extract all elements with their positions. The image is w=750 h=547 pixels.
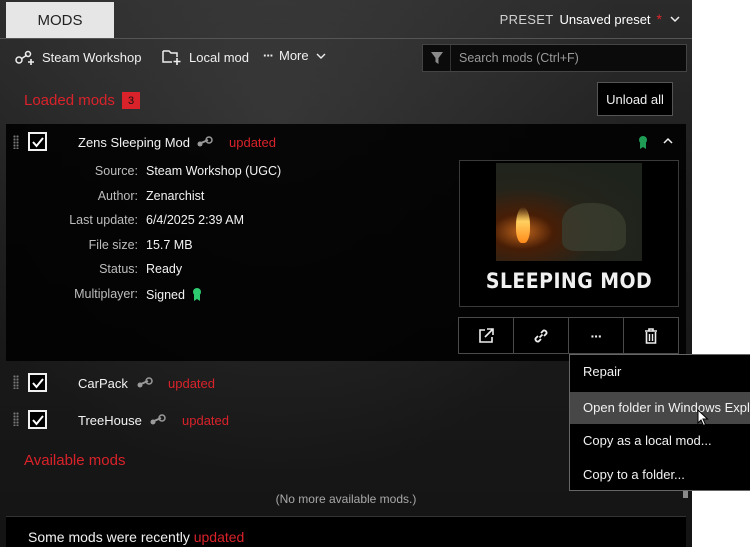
thumbnail-title: SLEEPING MOD [485, 269, 653, 293]
thumbnail-image [496, 163, 642, 261]
delete-button[interactable] [623, 317, 679, 354]
mod-name: CarPack [78, 376, 128, 391]
steam-logo-icon [150, 414, 166, 425]
detail-label: Last update: [69, 213, 138, 227]
top-bar: MODS PRESET Unsaved preset * [0, 0, 692, 38]
menu-item-repair[interactable]: Repair [570, 356, 750, 388]
detail-label: Author: [97, 189, 138, 203]
local-mod-label: Local mod [189, 49, 249, 65]
detail-multiplayer: Multiplayer: Signed [6, 287, 306, 307]
detail-author: Author: Zenarchist [6, 189, 306, 209]
mod-enabled-checkbox[interactable] [28, 410, 47, 429]
mod-item-zens-sleeping-mod: Zens Sleeping Mod updated Source: Steam … [6, 124, 686, 361]
steam-logo-icon [137, 377, 153, 388]
mod-status-updated: updated [182, 413, 229, 428]
more-actions-button[interactable]: ··· [568, 317, 624, 354]
detail-label: Source: [94, 164, 138, 178]
mod-name: Zens Sleeping Mod [78, 135, 191, 150]
mod-status-updated: updated [168, 376, 215, 391]
mod-name: TreeHouse [78, 413, 142, 428]
detail-label: File size: [88, 238, 138, 252]
steam-workshop-button[interactable]: Steam Workshop [14, 48, 141, 66]
detail-label: Status: [99, 262, 138, 276]
copy-link-button[interactable] [513, 317, 569, 354]
mod-thumbnail: SLEEPING MOD [459, 160, 679, 307]
detail-value: 6/4/2025 2:39 AM [146, 213, 244, 227]
available-empty-text: (No more available mods.) [275, 492, 417, 506]
detail-source: Source: Steam Workshop (UGC) [6, 164, 306, 184]
detail-value: Signed [146, 287, 202, 302]
update-notice-text: Some mods were recently [28, 529, 190, 545]
detail-value: Steam Workshop (UGC) [146, 164, 282, 178]
more-label: More [279, 48, 309, 63]
steam-logo-icon [197, 136, 213, 147]
preset-modified-marker: * [656, 11, 662, 27]
chevron-down-icon [670, 16, 680, 23]
mod-context-menu: Repair Open folder in Windows Explo Copy… [569, 354, 750, 491]
mod-enabled-checkbox[interactable] [28, 373, 47, 392]
checkmark-icon [31, 136, 44, 148]
open-page-button[interactable] [458, 317, 514, 354]
preset-selector[interactable]: PRESET Unsaved preset * [500, 11, 682, 27]
link-icon [534, 329, 548, 342]
trash-icon [645, 327, 657, 344]
available-mods-title: Available mods [24, 452, 126, 469]
checkmark-icon [31, 414, 44, 426]
menu-item-open-folder[interactable]: Open folder in Windows Explo [570, 392, 750, 424]
detail-last-update: Last update: 6/4/2025 2:39 AM [6, 213, 306, 233]
preset-label: PRESET [499, 11, 554, 27]
external-link-icon [479, 327, 494, 343]
signed-badge-icon [639, 136, 647, 149]
checkmark-icon [31, 377, 44, 389]
loaded-mods-title: Loaded mods [24, 92, 115, 109]
detail-value: 15.7 MB [146, 238, 193, 252]
loaded-count-badge: 3 [122, 92, 140, 109]
update-notice: Some mods were recently updated [6, 516, 686, 547]
steam-workshop-label: Steam Workshop [42, 49, 142, 65]
detail-status: Status: Ready [6, 262, 306, 282]
more-dots-icon: ··· [263, 48, 274, 63]
menu-item-copy-local[interactable]: Copy as a local mod... [570, 425, 750, 457]
more-button[interactable]: ··· More [263, 48, 327, 63]
chevron-up-icon[interactable] [661, 134, 675, 148]
chevron-down-icon [316, 53, 326, 59]
signed-badge-icon [193, 288, 202, 301]
unload-all-button[interactable]: Unload all [597, 82, 673, 116]
figure-art [562, 203, 626, 251]
divider [0, 38, 692, 39]
multiplayer-value: Signed [146, 288, 185, 302]
ellipsis-icon: ··· [590, 327, 603, 344]
preset-value: Unsaved preset [559, 11, 651, 27]
campfire-art [516, 207, 530, 243]
tab-mods[interactable]: MODS [6, 2, 114, 38]
detail-value: Zenarchist [146, 189, 205, 203]
toolbar: Steam Workshop Local mod ··· More [0, 40, 692, 76]
detail-value: Ready [146, 262, 183, 276]
detail-file-size: File size: 15.7 MB [6, 238, 306, 258]
detail-label: Multiplayer: [74, 287, 138, 301]
search-box [422, 44, 687, 72]
mod-enabled-checkbox[interactable] [28, 132, 47, 151]
drag-handle[interactable] [13, 375, 19, 389]
local-mod-button[interactable]: Local mod [161, 48, 249, 66]
steam-workshop-icon [15, 50, 34, 65]
filter-icon [423, 45, 451, 71]
search-input[interactable] [451, 45, 686, 71]
local-mod-icon [162, 50, 181, 65]
mouse-cursor-icon [697, 409, 709, 427]
drag-handle[interactable] [13, 135, 19, 149]
update-notice-highlight: updated [193, 529, 245, 545]
mod-actions: ··· [458, 317, 679, 354]
mod-status-updated: updated [229, 135, 276, 150]
menu-item-copy-folder[interactable]: Copy to a folder... [570, 459, 750, 491]
drag-handle[interactable] [13, 412, 19, 426]
